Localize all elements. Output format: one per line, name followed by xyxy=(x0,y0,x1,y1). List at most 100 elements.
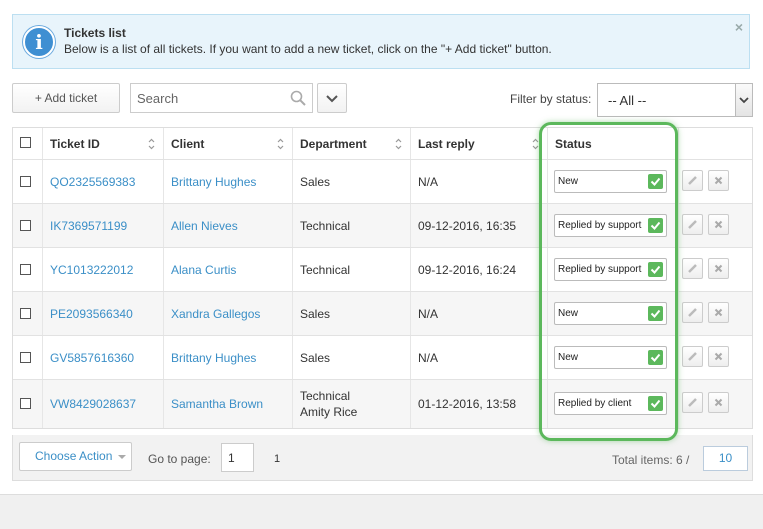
header-client[interactable]: Client xyxy=(164,128,293,159)
ticket-id-link[interactable]: QO2325569383 xyxy=(50,175,135,189)
add-ticket-button[interactable]: + Add ticket xyxy=(12,83,120,113)
row-checkbox[interactable] xyxy=(20,176,31,187)
edit-button[interactable] xyxy=(682,392,703,413)
row-checkbox[interactable] xyxy=(20,220,31,231)
department-text: Sales xyxy=(300,307,331,321)
actions-cell xyxy=(679,204,752,247)
total-items: Total items: 6 / xyxy=(612,453,690,467)
row-select-cell xyxy=(13,336,43,379)
client-link[interactable]: Brittany Hughes xyxy=(171,351,256,365)
pencil-icon xyxy=(688,398,697,407)
status-filter-select[interactable]: -- All -- xyxy=(597,83,753,117)
check-icon[interactable] xyxy=(648,350,663,365)
row-checkbox[interactable] xyxy=(20,264,31,275)
search-input[interactable] xyxy=(131,84,293,112)
search-icon[interactable] xyxy=(290,90,306,106)
department-cell: Technical Amity Rice xyxy=(293,380,411,428)
close-icon xyxy=(714,352,723,361)
select-all-checkbox[interactable] xyxy=(20,137,31,148)
sort-icon xyxy=(532,138,539,150)
delete-button[interactable] xyxy=(708,392,729,413)
status-text: Replied by support xyxy=(558,220,642,231)
row-select-cell xyxy=(13,248,43,291)
header-label: Status xyxy=(555,137,592,151)
client-cell: Xandra Gallegos xyxy=(164,292,293,335)
check-icon[interactable] xyxy=(648,262,663,277)
header-select-cell xyxy=(13,128,43,159)
ticket-id-link[interactable]: YC1013222012 xyxy=(50,263,133,277)
ticket-id-cell: IK7369571199 xyxy=(43,204,164,247)
check-icon[interactable] xyxy=(648,218,663,233)
tickets-table: Ticket ID Client Department Last reply S… xyxy=(12,127,753,429)
check-icon[interactable] xyxy=(648,306,663,321)
close-icon[interactable]: × xyxy=(735,19,743,35)
check-icon[interactable] xyxy=(648,174,663,189)
close-icon xyxy=(714,176,723,185)
client-link[interactable]: Alana Curtis xyxy=(171,263,236,277)
filter-label: Filter by status: xyxy=(510,92,592,106)
ticket-id-link[interactable]: VW8429028637 xyxy=(50,397,136,411)
select-arrow xyxy=(735,84,752,116)
header-actions xyxy=(679,128,752,159)
department-text: Technical xyxy=(300,389,351,403)
row-checkbox[interactable] xyxy=(20,398,31,409)
ticket-id-link[interactable]: GV5857616360 xyxy=(50,351,134,365)
table-row: YC1013222012 Alana Curtis Technical 09-1… xyxy=(13,248,752,292)
department-cell: Technical xyxy=(293,204,411,247)
ticket-id-cell: VW8429028637 xyxy=(43,380,164,428)
status-cell: New xyxy=(548,292,679,335)
status-text: New xyxy=(558,308,579,319)
status-select[interactable]: New xyxy=(554,302,667,325)
client-link[interactable]: Brittany Hughes xyxy=(171,175,256,189)
edit-button[interactable] xyxy=(682,302,703,323)
status-text: Replied by client xyxy=(558,398,632,409)
choose-action-select[interactable]: Choose Action xyxy=(19,442,132,471)
header-label: Client xyxy=(171,137,205,151)
last-reply-cell: N/A xyxy=(411,160,548,203)
status-text: Replied by support xyxy=(558,264,642,275)
status-select[interactable]: Replied by support xyxy=(554,214,667,237)
header-department[interactable]: Department xyxy=(293,128,411,159)
close-icon xyxy=(714,308,723,317)
status-select[interactable]: Replied by support xyxy=(554,258,667,281)
status-select[interactable]: New xyxy=(554,346,667,369)
department-text: Sales xyxy=(300,175,331,189)
header-last-reply[interactable]: Last reply xyxy=(411,128,548,159)
delete-button[interactable] xyxy=(708,258,729,279)
client-link[interactable]: Xandra Gallegos xyxy=(171,307,260,321)
pencil-icon xyxy=(688,308,697,317)
ticket-id-cell: PE2093566340 xyxy=(43,292,164,335)
status-text: New xyxy=(558,176,579,187)
edit-button[interactable] xyxy=(682,258,703,279)
header-status: Status xyxy=(548,128,679,159)
ticket-id-link[interactable]: PE2093566340 xyxy=(50,307,133,321)
delete-button[interactable] xyxy=(708,214,729,235)
delete-button[interactable] xyxy=(708,346,729,367)
status-select[interactable]: New xyxy=(554,170,667,193)
ticket-id-cell: YC1013222012 xyxy=(43,248,164,291)
page-input[interactable]: 1 xyxy=(221,443,254,472)
table-row: VW8429028637 Samantha Brown Technical Am… xyxy=(13,380,752,428)
search-options-button[interactable] xyxy=(317,83,347,113)
per-page-select[interactable]: 10 xyxy=(703,446,748,471)
edit-button[interactable] xyxy=(682,170,703,191)
actions-cell xyxy=(679,292,752,335)
edit-button[interactable] xyxy=(682,214,703,235)
client-link[interactable]: Samantha Brown xyxy=(171,397,263,411)
search-box xyxy=(130,83,313,113)
status-select[interactable]: Replied by client xyxy=(554,392,667,415)
check-icon[interactable] xyxy=(648,396,663,411)
header-ticket-id[interactable]: Ticket ID xyxy=(43,128,164,159)
client-link[interactable]: Allen Nieves xyxy=(171,219,238,233)
row-checkbox[interactable] xyxy=(20,308,31,319)
department-text: Technical xyxy=(300,263,351,277)
edit-button[interactable] xyxy=(682,346,703,367)
delete-button[interactable] xyxy=(708,170,729,191)
delete-button[interactable] xyxy=(708,302,729,323)
page-link[interactable]: 1 xyxy=(274,453,280,465)
pencil-icon xyxy=(688,264,697,273)
sort-icon xyxy=(395,138,402,150)
ticket-id-link[interactable]: IK7369571199 xyxy=(50,219,127,233)
row-checkbox[interactable] xyxy=(20,352,31,363)
table-row: PE2093566340 Xandra Gallegos Sales N/A N… xyxy=(13,292,752,336)
